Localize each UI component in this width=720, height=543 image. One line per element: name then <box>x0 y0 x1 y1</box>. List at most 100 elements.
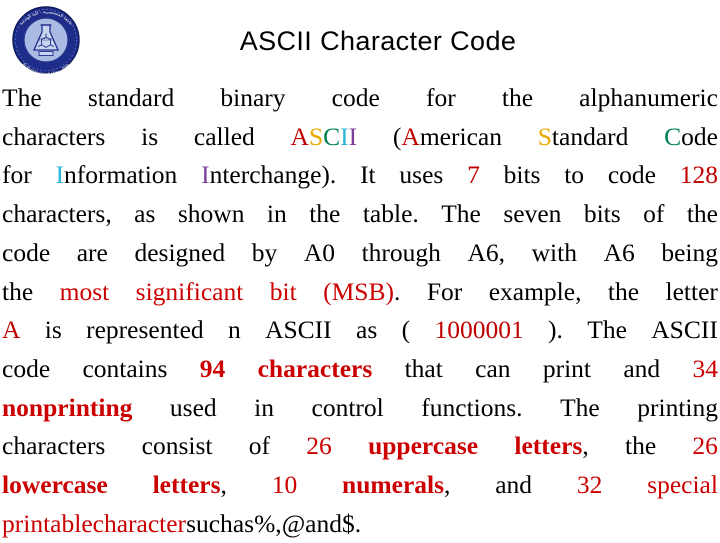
text-word: to <box>564 160 585 190</box>
text-word: such <box>186 508 233 538</box>
text-word: 10 <box>271 470 298 500</box>
text-fragment: , <box>220 470 227 500</box>
text-word: that <box>404 353 443 383</box>
text-word: table. <box>362 199 419 229</box>
text-word: n <box>227 315 241 345</box>
line-8: code contains 94 characters that can print and 3… <box>2 350 718 389</box>
text-word: uppercase <box>368 431 479 461</box>
text-word: the <box>309 199 341 229</box>
text-fragment: I <box>201 160 210 190</box>
line-1: The standard binary code for the alphanumeric <box>2 79 718 118</box>
text-word: the <box>686 199 718 229</box>
text-word: A6, <box>467 237 506 267</box>
page-title: ASCII Character Code <box>239 26 517 56</box>
text-word: The <box>587 315 627 345</box>
text-word: for <box>425 83 456 112</box>
text-word: %, <box>254 508 282 538</box>
text-word: ASCII <box>265 315 332 345</box>
text-fragment: nterchange). <box>209 160 337 190</box>
text-word: printable <box>2 508 93 538</box>
line-5: code are designed by A0 through A6, with A6 being <box>2 234 718 273</box>
text-word: The <box>560 392 600 422</box>
text-word: 7 <box>467 160 480 190</box>
text-word: and <box>305 508 342 538</box>
text-word: represented <box>86 315 204 345</box>
text-word: characters, <box>2 199 112 229</box>
text-word: of <box>248 431 270 461</box>
text-word: A6 <box>603 237 635 267</box>
line-11: lowercase letters, 10 numerals, and 32 special <box>2 466 718 505</box>
text-fragment: , <box>582 431 589 461</box>
text-word: Standard <box>538 118 629 157</box>
text-word: ASCII <box>651 315 718 345</box>
text-word: A <box>2 315 21 345</box>
text-word: The <box>441 199 481 229</box>
text-word: bits <box>503 160 541 190</box>
text-word: are <box>76 237 108 267</box>
text-word: bit <box>269 276 297 306</box>
line-12: printable character such as %, @ and $. <box>2 505 718 543</box>
text-fragment: A <box>290 121 309 151</box>
text-word: print <box>542 353 592 383</box>
text-word: printing <box>637 392 718 422</box>
text-word: significant <box>135 276 244 306</box>
text-word: consist <box>141 431 213 461</box>
text-fragment: nformation <box>64 160 178 190</box>
text-word: binary <box>220 83 286 112</box>
text-fragment: S <box>537 121 552 151</box>
text-word: ASCII <box>291 118 358 157</box>
text-word: the <box>2 276 34 306</box>
text-word: code <box>2 353 51 383</box>
text-fragment: numerals <box>342 470 445 500</box>
text-word: A0 <box>303 237 335 267</box>
line-10: characters consist of 26 uppercase letters, th… <box>2 427 718 466</box>
text-fragment: I <box>340 121 349 151</box>
text-word: code <box>607 160 656 190</box>
text-fragment: . <box>393 276 401 306</box>
line-2: characters is called ASCII (American Standard… <box>2 118 718 157</box>
text-word: 94 <box>199 353 226 383</box>
text-word: called <box>193 121 255 151</box>
text-word: in <box>254 392 275 422</box>
text-fragment: merican <box>419 121 502 151</box>
text-word: letter <box>665 276 718 306</box>
text-word: the <box>501 83 534 112</box>
text-word: as <box>232 508 255 538</box>
text-word: The <box>2 83 42 112</box>
text-word: bits <box>583 199 621 229</box>
text-word: contains <box>82 353 168 383</box>
line-6: the most significant bit (MSB). For example, th… <box>2 273 718 312</box>
text-word: letters, <box>153 466 227 505</box>
text-word: 1000001 <box>434 315 524 345</box>
text-fragment: C <box>323 121 341 151</box>
text-word: For <box>426 276 463 306</box>
text-word: being <box>661 237 718 267</box>
text-word: used <box>169 392 217 422</box>
text-fragment: C <box>664 121 682 151</box>
text-word: is <box>44 315 62 345</box>
text-word: nonprinting <box>2 392 133 422</box>
text-word: in <box>266 199 287 229</box>
text-word: control <box>311 392 384 422</box>
text-word: 26 <box>306 431 332 461</box>
text-word: (American <box>393 118 502 157</box>
line-7: Ais represented n ASCII as (1000001). The ASCII <box>2 311 718 350</box>
text-word: as <box>356 315 378 345</box>
text-word: as <box>134 199 156 229</box>
text-word: through <box>361 237 441 267</box>
text-fragment: , <box>444 470 451 500</box>
text-word: shown <box>177 199 245 229</box>
text-fragment: A <box>401 121 420 151</box>
text-word: code <box>2 237 51 267</box>
text-word: seven <box>503 199 562 229</box>
text-word: 26 <box>692 431 718 461</box>
text-word: by <box>251 237 278 267</box>
text-word: Code <box>664 118 718 157</box>
text-word: 34 <box>692 353 718 383</box>
text-fragment: letters <box>514 431 583 461</box>
text-word: @ <box>281 508 306 538</box>
text-fragment: (MSB) <box>323 276 394 306</box>
text-word: alphanumeric <box>579 83 718 112</box>
text-word: Information <box>56 156 178 195</box>
text-word: special <box>647 470 718 500</box>
